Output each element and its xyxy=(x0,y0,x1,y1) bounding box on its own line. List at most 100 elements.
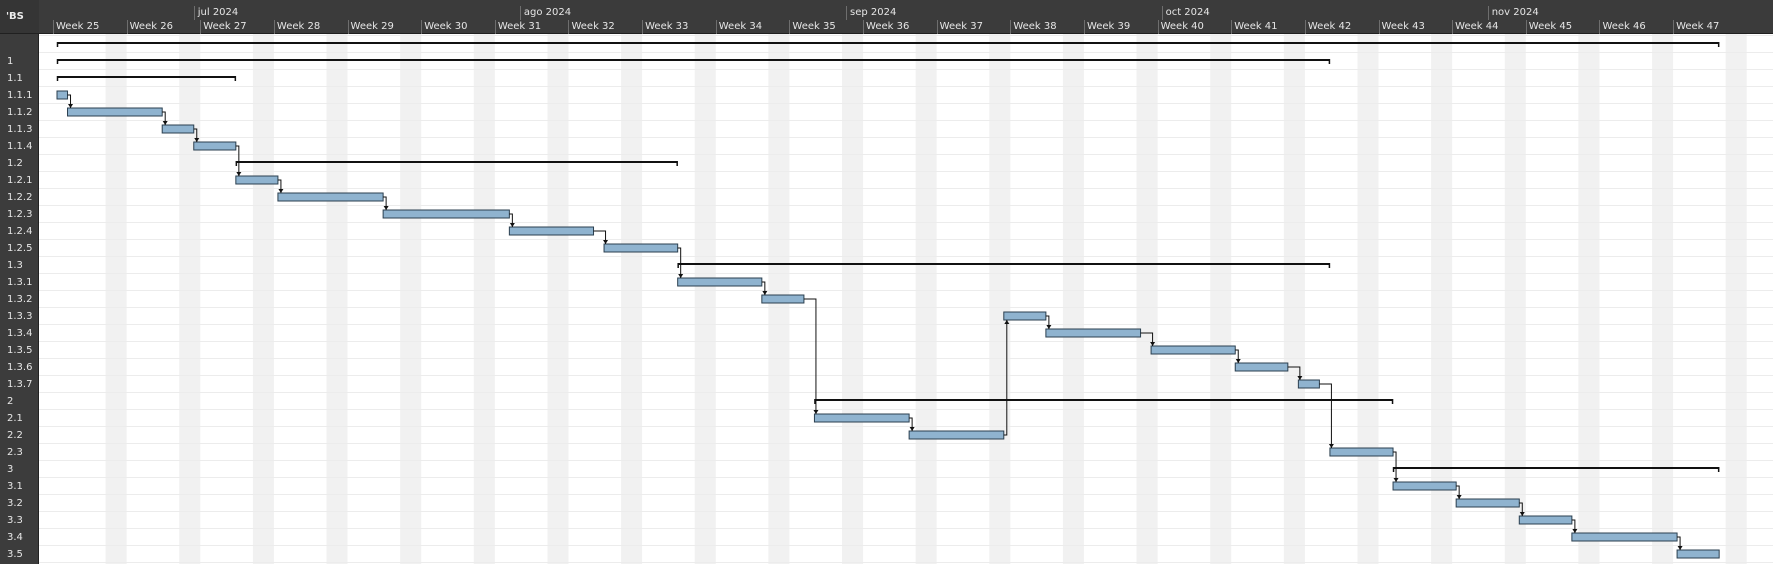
week-label: Week 25 xyxy=(53,20,127,34)
dependency-arrowhead xyxy=(162,121,168,125)
task-bar[interactable] xyxy=(235,175,279,185)
wbs-row-label[interactable]: 1.1 xyxy=(7,70,23,87)
task-bar[interactable] xyxy=(382,209,510,219)
task-bar[interactable] xyxy=(761,294,805,304)
wbs-row-label[interactable]: 3.3 xyxy=(7,512,23,529)
week-label: Week 45 xyxy=(1525,20,1600,34)
dependency-arrowhead xyxy=(1046,325,1052,329)
dependency-arrowhead xyxy=(1572,529,1578,533)
week-label: Week 31 xyxy=(494,20,569,34)
wbs-row-label[interactable]: 3.2 xyxy=(7,495,23,512)
weekend-shade xyxy=(179,34,201,564)
dependency-arrowhead xyxy=(762,291,768,295)
task-bar[interactable] xyxy=(908,430,1005,440)
wbs-column: 1 1.1 1.1.1 1.1.2 1.1.3 1.1.4 1.2 1.2.1 1.2.2 1.2… xyxy=(0,0,39,564)
wbs-row-label[interactable]: 3.4 xyxy=(7,529,23,546)
task-bar[interactable] xyxy=(277,192,384,202)
dependency-arrowhead xyxy=(509,223,515,227)
task-bar[interactable] xyxy=(1392,481,1457,491)
task-bar[interactable] xyxy=(67,107,163,117)
week-label: Week 29 xyxy=(347,20,422,34)
task-bar[interactable] xyxy=(56,90,69,100)
weekend-shade xyxy=(1652,34,1674,564)
task-bar[interactable] xyxy=(677,277,763,287)
wbs-row-label[interactable]: 1.2 xyxy=(7,155,23,172)
task-bar[interactable] xyxy=(193,141,237,151)
task-bar[interactable] xyxy=(1234,362,1289,372)
wbs-row-label[interactable]: 3.1 xyxy=(7,478,23,495)
weekend-shade xyxy=(1210,34,1232,564)
wbs-row-label[interactable]: 1.2.5 xyxy=(7,240,32,257)
week-label: Week 28 xyxy=(273,20,348,34)
wbs-row-label[interactable]: 1.1.3 xyxy=(7,121,32,138)
wbs-row-label[interactable]: 1.1.1 xyxy=(7,87,32,104)
wbs-row-label[interactable]: 1.3.4 xyxy=(7,325,32,342)
task-bar[interactable] xyxy=(1329,447,1394,457)
week-label: Week 35 xyxy=(789,20,863,34)
task-bar[interactable] xyxy=(1150,345,1236,355)
week-label: Week 41 xyxy=(1231,20,1305,34)
wbs-row-label[interactable]: 3.5 xyxy=(7,546,23,563)
task-bar[interactable] xyxy=(1518,515,1573,525)
week-label: Week 38 xyxy=(1010,20,1084,34)
wbs-row-label[interactable]: 1.3.5 xyxy=(7,342,32,359)
wbs-row-label[interactable]: 1.2.4 xyxy=(7,223,32,240)
task-bar[interactable] xyxy=(1571,532,1678,542)
task-bar[interactable] xyxy=(1455,498,1520,508)
month-label: oct 2024 xyxy=(1161,6,1210,20)
wbs-row-label[interactable]: 2.2 xyxy=(7,427,23,444)
wbs-column-header[interactable]: 'BS xyxy=(0,0,39,34)
week-label: Week 33 xyxy=(642,20,716,34)
weekend-shade xyxy=(1283,34,1305,564)
wbs-row-label[interactable]: 1.2.3 xyxy=(7,206,32,223)
week-label: Week 34 xyxy=(715,20,790,34)
week-label: Week 47 xyxy=(1673,20,1747,34)
dependency-arrowhead xyxy=(1393,478,1399,482)
task-bar[interactable] xyxy=(1003,311,1047,321)
wbs-row-label[interactable]: 1.3 xyxy=(7,257,23,274)
week-label: Week 32 xyxy=(568,20,642,34)
task-bar[interactable] xyxy=(1297,379,1320,389)
week-label: Week 43 xyxy=(1378,20,1453,34)
week-label: Week 42 xyxy=(1304,20,1379,34)
dependency-arrowhead xyxy=(603,240,609,244)
week-label: Week 26 xyxy=(126,20,201,34)
wbs-row-label[interactable]: 2.1 xyxy=(7,410,23,427)
month-label: nov 2024 xyxy=(1487,6,1539,20)
wbs-row-label[interactable]: 2 xyxy=(7,393,13,410)
weekend-shade xyxy=(400,34,422,564)
wbs-row-label[interactable]: 1.3.1 xyxy=(7,274,32,291)
weekend-shade xyxy=(252,34,274,564)
gantt-chart[interactable] xyxy=(0,0,1773,564)
weekend-shade xyxy=(1062,34,1084,564)
dependency-arrowhead xyxy=(1328,444,1334,448)
wbs-row-label[interactable]: 1.3.6 xyxy=(7,359,32,376)
month-label: jul 2024 xyxy=(193,6,238,20)
week-label: Week 44 xyxy=(1452,20,1526,34)
task-bar[interactable] xyxy=(1676,549,1720,559)
wbs-row-label[interactable]: 1.3.2 xyxy=(7,291,32,308)
wbs-row-label[interactable]: 2.3 xyxy=(7,444,23,461)
task-bar[interactable] xyxy=(603,243,679,253)
task-bar[interactable] xyxy=(813,413,910,423)
wbs-row-label[interactable]: 1 xyxy=(7,53,13,70)
wbs-row-label[interactable]: 3 xyxy=(7,461,13,478)
task-bar[interactable] xyxy=(1045,328,1142,338)
dependency-arrowhead xyxy=(278,189,284,193)
wbs-row-label[interactable]: 1.3.7 xyxy=(7,376,32,393)
weekend-shade xyxy=(842,34,864,564)
task-bar[interactable] xyxy=(508,226,595,236)
wbs-row-label[interactable]: 1.2.2 xyxy=(7,189,32,206)
weekend-shade xyxy=(989,34,1011,564)
weekend-shade xyxy=(1725,34,1747,564)
wbs-row-label[interactable]: 1.2.1 xyxy=(7,172,32,189)
task-bar[interactable] xyxy=(161,124,195,134)
wbs-row-label[interactable]: 1.1.2 xyxy=(7,104,32,121)
dependency-arrow xyxy=(593,230,607,244)
wbs-row-label[interactable]: 1.1.4 xyxy=(7,138,32,155)
dependency-arrowhead xyxy=(909,427,915,431)
wbs-row-label[interactable]: 1.3.3 xyxy=(7,308,32,325)
weekend-shade xyxy=(326,34,348,564)
dependency-arrowhead xyxy=(813,410,819,414)
dependency-arrowhead xyxy=(1677,546,1683,550)
